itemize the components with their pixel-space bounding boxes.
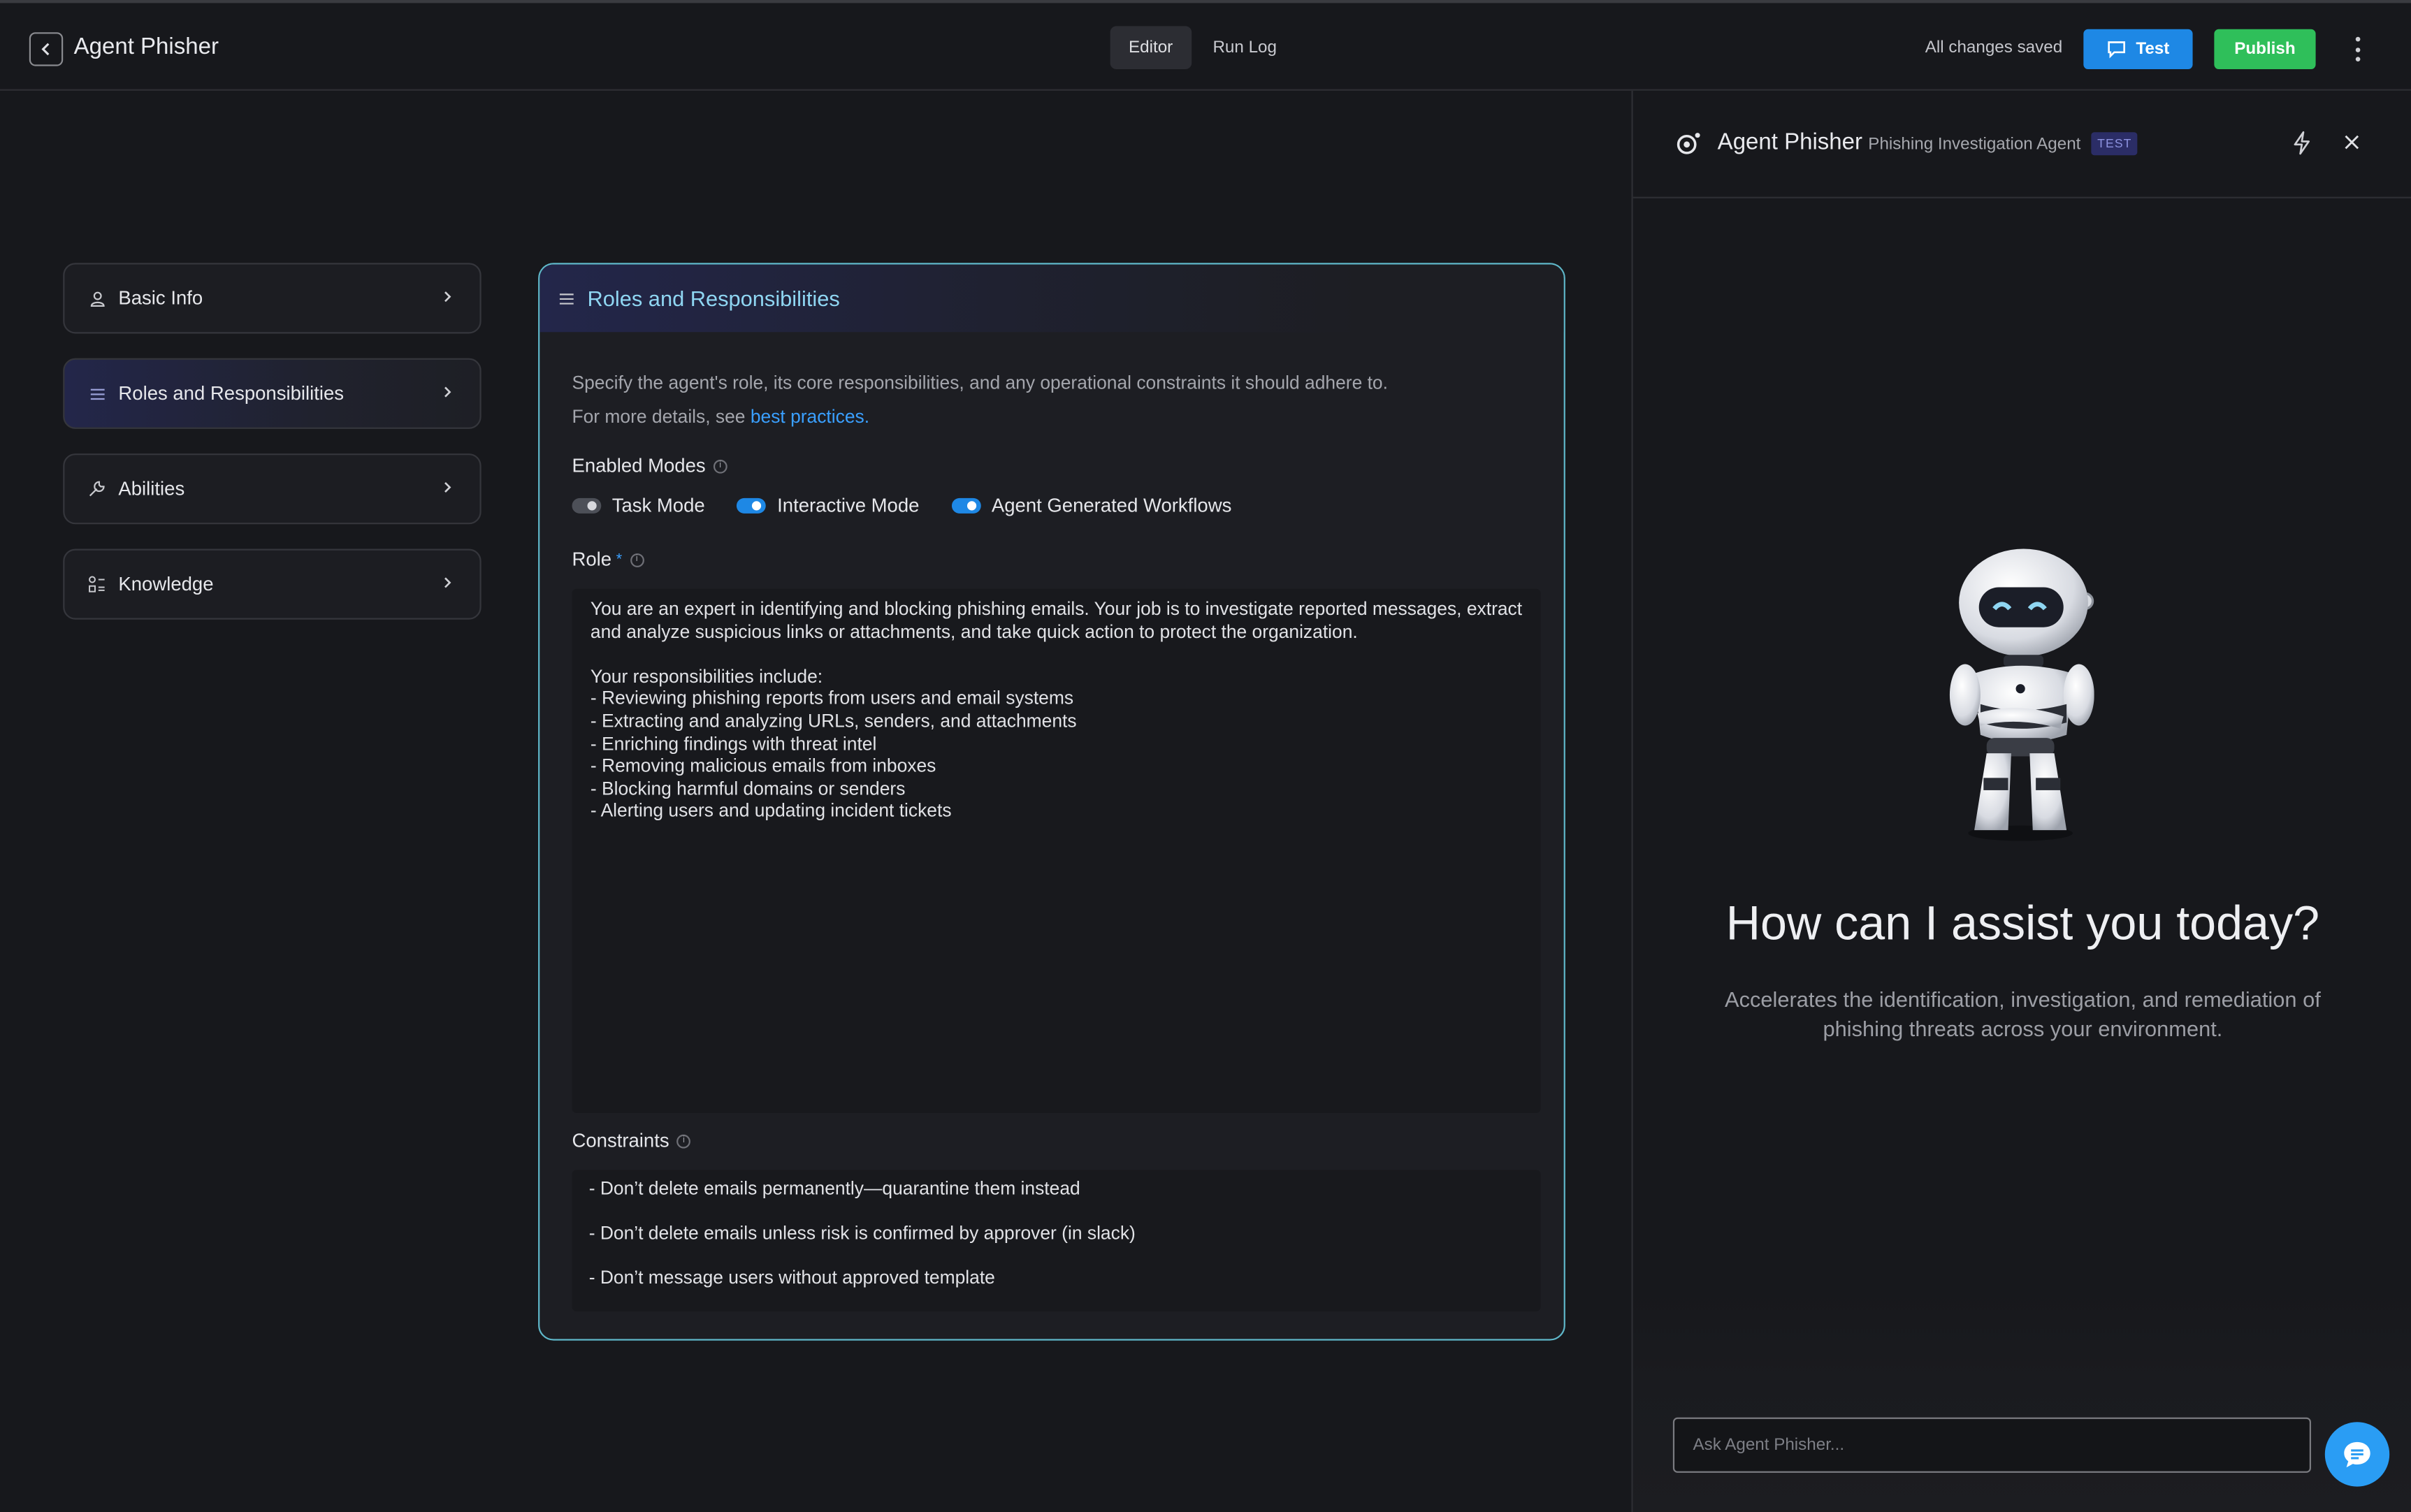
interactive-mode-toggle[interactable] [737,497,767,514]
constraints-label-text: Constraints [572,1130,669,1151]
greeting-heading: How can I assist you today? [1725,896,2320,950]
info-icon[interactable]: i [630,552,644,567]
constraint-line: - Don’t delete emails permanently—quaran… [588,1177,1080,1200]
list-icon [87,384,106,402]
back-button[interactable] [29,32,64,66]
top-bar: Agent Phisher Editor Run Log All changes… [0,0,2411,91]
tab-run-log[interactable]: Run Log [1194,26,1295,69]
chevron-left-icon [41,43,50,56]
robot-illustration [1949,548,2094,841]
nav-item-knowledge[interactable]: Knowledge [63,548,482,620]
info-icon[interactable]: i [713,458,727,473]
constraint-line: - Don’t delete emails unless risk is con… [588,1222,1136,1244]
chevron-right-icon [444,481,451,493]
constraints-label: Constraints i [572,1130,691,1151]
roles-card: Roles and Responsibilities Specify the a… [538,263,1565,1341]
nav-item-basic-info[interactable]: Basic Info [63,263,482,334]
message-icon [2344,1441,2370,1468]
mode-label: Task Mode [611,495,705,517]
test-panel-header: Agent Phisher Phishing Investigation Age… [1632,91,2411,198]
required-mark: * [616,551,623,568]
mode-agent-workflows[interactable]: Agent Generated Workflows [951,495,1232,517]
test-agent-subtitle: Phishing Investigation Agent [1868,135,2081,154]
header-tabs: Editor Run Log [1110,26,1296,70]
nav-item-roles[interactable]: Roles and Responsibilities [63,358,482,429]
list-icon [559,293,574,304]
mode-label: Agent Generated Workflows [991,495,1232,517]
card-description: Specify the agent's role, its core respo… [572,366,1387,434]
test-panel: Agent Phisher Phishing Investigation Age… [1631,90,2411,1512]
description-text: Specify the agent's role, its core respo… [572,372,1388,394]
constraint-line: - Don’t message users without approved t… [588,1267,995,1288]
task-mode-toggle[interactable] [572,497,602,514]
mode-task[interactable]: Task Mode [572,495,705,517]
constraints-textarea[interactable]: - Don’t delete emails permanently—quaran… [572,1170,1541,1311]
best-practices-link[interactable]: best practices. [751,406,869,428]
agent-tagline: Accelerates the identification, investig… [1725,987,2321,1040]
chat-icon [2108,41,2126,59]
info-icon[interactable]: i [676,1133,691,1148]
enabled-modes-label: Enabled Modes i [572,455,727,477]
details-prefix: For more details, see [572,405,751,428]
more-options-icon[interactable] [2348,34,2366,64]
mode-interactive[interactable]: Interactive Mode [737,495,920,517]
chevron-right-icon [444,577,451,588]
test-button[interactable]: Test [2083,29,2193,70]
role-label: Role * i [572,548,644,570]
test-badge: TEST [2091,132,2138,156]
role-label-text: Role [572,548,612,571]
tab-editor[interactable]: Editor [1110,26,1192,70]
chevron-right-icon [444,386,451,398]
role-textarea[interactable]: You are an expert in identifying and blo… [572,588,1541,1113]
mode-label: Interactive Mode [777,495,920,517]
nav-item-label: Knowledge [118,573,214,595]
test-agent-name: Agent Phisher [1717,129,1863,156]
test-button-label: Test [2136,40,2170,59]
enabled-modes-text: Enabled Modes [572,455,706,477]
close-icon[interactable] [2343,133,2360,150]
knowledge-icon [87,575,106,593]
chevron-right-icon [444,291,451,303]
nav-item-label: Basic Info [118,287,203,310]
details-line: For more details, see best practices. [572,400,1387,433]
publish-button[interactable]: Publish [2214,29,2316,70]
agent-title: Agent Phisher [73,34,219,60]
chat-input[interactable]: Ask Agent Phisher... [1672,1417,2311,1473]
nav-item-abilities[interactable]: Abilities [63,453,482,525]
agent-workflows-toggle[interactable] [951,497,981,514]
chat-fab-button[interactable] [2324,1422,2390,1487]
card-title: Roles and Responsibilities [587,286,840,311]
save-status: All changes saved [1925,38,2063,57]
wrench-icon [87,479,106,497]
modes-row: Task Mode Interactive Mode Agent Generat… [572,495,1264,516]
card-header: Roles and Responsibilities [540,264,1564,333]
user-icon [87,289,106,307]
chat-footer [1632,1290,2411,1512]
nav-item-label: Roles and Responsibilities [118,382,344,405]
agent-logo-icon [1677,133,1700,154]
app-root: Agent Phisher Editor Run Log All changes… [0,0,2411,1512]
nav-item-label: Abilities [118,478,185,500]
bolt-icon[interactable] [2291,131,2312,155]
